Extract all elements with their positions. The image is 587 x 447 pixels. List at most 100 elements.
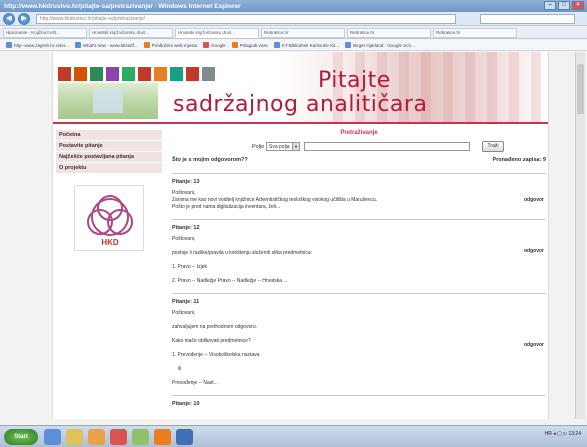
start-button[interactable]: Start — [4, 429, 38, 445]
banner-tile — [138, 67, 151, 81]
scrollbar-thumb[interactable] — [577, 64, 584, 114]
minimize-button[interactable]: – — [544, 1, 556, 10]
ie-taskbar-icon[interactable] — [44, 429, 61, 445]
answer-link[interactable]: odgovor — [524, 248, 544, 254]
tab-strip: Hjacinante - Knjižna trošt... Hrvatski k… — [0, 27, 587, 39]
question-line: Poštovani, — [172, 310, 196, 316]
divider — [172, 395, 546, 396]
back-icon[interactable]: ◀ — [3, 13, 15, 25]
banner-illustration — [58, 83, 158, 119]
browser-tab[interactable]: Rebratice.hr — [433, 28, 517, 38]
question-item: Pitanje: 13 Poštovani, Zanima me kao nov… — [172, 178, 546, 213]
field-select-value: Sva polja — [269, 144, 290, 150]
divider — [172, 173, 546, 174]
banner-tiles — [58, 67, 215, 81]
banner-tile — [170, 67, 183, 81]
banner-tile — [186, 67, 199, 81]
chevron-down-icon: ▼ — [292, 143, 299, 150]
window-title: http://www.hkdrustvo.hr/pitajte-sa/pretr… — [4, 3, 241, 10]
question-item: Pitanje: 10 — [172, 400, 546, 410]
favorite-link[interactable]: Birger Hjørland - Google Sch... — [345, 42, 415, 48]
question-item: Pitanje: 12 Poštovani, postoje li razlik… — [172, 224, 546, 287]
browser-tab[interactable]: Rebratice.hr — [347, 28, 431, 38]
sidebar-item-ask-question[interactable]: Postavite pitanje — [56, 141, 162, 152]
banner-tile — [58, 67, 71, 81]
question-body: Poštovani, zahvaljujem na prethodnom odg… — [172, 308, 546, 389]
favorite-link[interactable]: http--www.zagreb.hr-User... — [6, 42, 69, 48]
main-content: Pretraživanje Polje Sva polja ▼ Traži Št… — [172, 130, 546, 410]
question-body: Poštovani, postoje li razlike/pravila u … — [172, 234, 546, 287]
sidebar-item-home[interactable]: Početna — [56, 130, 162, 141]
vertical-scrollbar[interactable] — [575, 52, 585, 419]
site-title-line1: Pitajte — [318, 68, 391, 93]
question-title: Pitanje: 10 — [172, 401, 200, 407]
divider — [172, 293, 546, 294]
favorite-link[interactable]: Google — [203, 42, 226, 48]
forward-icon[interactable]: ▶ — [18, 13, 30, 25]
banner-tile — [154, 67, 167, 81]
banner-tile — [122, 67, 135, 81]
sidebar-item-faq[interactable]: Najčešće postavljana pitanja — [56, 152, 162, 163]
app-taskbar-icon[interactable] — [154, 429, 171, 445]
favorite-link[interactable]: KT-Bibliothek Karlsruhe Kit... — [273, 42, 339, 48]
field-select[interactable]: Sva polja ▼ — [266, 142, 300, 151]
question-line: Prevođenje -- Nast... — [172, 380, 218, 386]
favorite-icon — [143, 42, 150, 48]
maximize-button[interactable]: □ — [558, 1, 570, 10]
system-tray: HR ◂ ▢ ▷ 13:24 — [544, 431, 581, 437]
question-line: postoje li razlike/pravila u korištenju … — [172, 250, 313, 256]
sidebar: Početna Postavite pitanje Najčešće posta… — [56, 130, 162, 251]
results-count: Pronađeno zapisa: 9 — [492, 157, 547, 163]
favorites-bar: http--www.zagreb.hr-User... What's new -… — [0, 40, 587, 51]
favorite-link[interactable]: What's new - www.bitstuff... — [74, 42, 138, 48]
address-toolbar: ◀ ▶ http://www.hkdrustvo.hr/pitajte-sa/p… — [0, 12, 587, 26]
favorite-icon — [345, 42, 352, 48]
window-controls: – □ × — [544, 1, 584, 10]
browser-tab-active[interactable]: Hrvatski knjižničarsko druš... — [175, 28, 259, 38]
results-meta: Što je s mojim odgovorom?? Pronađeno zap… — [172, 157, 546, 167]
question-line: 1. Pravo -- Izjek — [172, 264, 208, 270]
question-line: Poštovani, — [172, 190, 196, 196]
field-label: Polje — [252, 144, 265, 150]
favorite-icon — [6, 42, 12, 48]
browser-tab[interactable]: Rebratice.hr — [261, 28, 345, 38]
word-taskbar-icon[interactable] — [176, 429, 193, 445]
address-field[interactable]: http://www.hkdrustvo.hr/pitajte-sa/pretr… — [36, 14, 456, 24]
question-line: ili — [178, 366, 182, 372]
question-title: Pitanje: 12 — [172, 225, 200, 231]
window-title-bar: http://www.hkdrustvo.hr/pitajte-sa/pretr… — [0, 0, 587, 12]
browser-tab[interactable]: Hrvatski knjižničarsko druš... — [89, 28, 173, 38]
browser-tab[interactable]: Hjacinante - Knjižna trošt... — [3, 28, 87, 38]
favorite-link[interactable]: Prilagodi veze — [231, 42, 268, 48]
explorer-taskbar-icon[interactable] — [66, 429, 83, 445]
taskbar: Start HR ◂ ▢ ▷ 13:24 — [0, 425, 587, 447]
question-line: 1. Prevođenje -- Visokoškolska nastava — [172, 352, 260, 358]
close-button[interactable]: × — [572, 1, 584, 10]
question-line: 2. Pravo -- Nadležje Pravo -- Nadležje -… — [172, 278, 288, 284]
answer-link[interactable]: odgovor — [524, 197, 544, 203]
answer-link[interactable]: odgovor — [524, 342, 544, 348]
web-page: Pitajte sadržajnog analitičara Početna P… — [52, 52, 549, 419]
banner-tile — [74, 67, 87, 81]
firefox-taskbar-icon[interactable] — [110, 429, 127, 445]
browser-search-input[interactable] — [480, 14, 575, 24]
question-line: Kako inače oblikovati predmetnice? — [172, 338, 251, 344]
banner-divider — [53, 122, 548, 124]
banner-tile — [106, 67, 119, 81]
search-button[interactable]: Traži — [482, 141, 504, 152]
search-input[interactable] — [304, 142, 470, 151]
divider — [172, 219, 546, 220]
question-line: Poštovani, — [172, 236, 196, 242]
question-line: Zanima me kao novi voditelj knjižnice Ad… — [172, 197, 378, 203]
hkd-logo: HKD — [74, 185, 144, 251]
question-title: Pitanje: 13 — [172, 179, 200, 185]
my-answer-link[interactable]: Što je s mojim odgovorom?? — [172, 157, 248, 163]
page-heading: Pretraživanje — [340, 130, 378, 136]
media-taskbar-icon[interactable] — [88, 429, 105, 445]
sidebar-item-about[interactable]: O projektu — [56, 163, 162, 174]
question-item: Pitanje: 11 Poštovani, zahvaljujem na pr… — [172, 298, 546, 389]
chrome-taskbar-icon[interactable] — [132, 429, 149, 445]
favorite-icon — [273, 42, 280, 48]
site-banner: Pitajte sadržajnog analitičara — [53, 52, 548, 122]
favorite-link[interactable]: Predloženi web-mjesta — [143, 42, 197, 48]
